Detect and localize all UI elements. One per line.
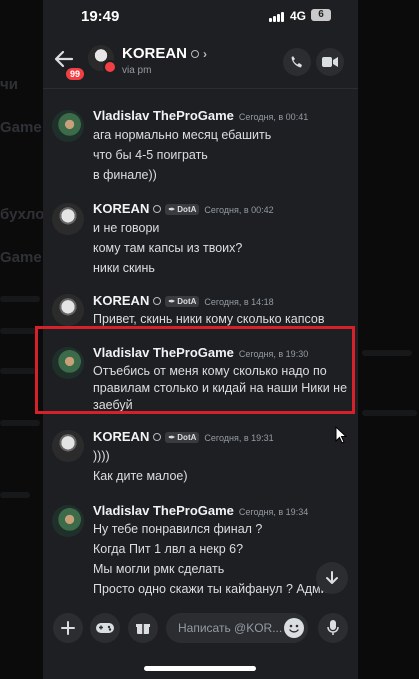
chat-header: 99 KOREAN › via pm bbox=[43, 34, 358, 89]
message-timestamp: Сегодня, в 19:34 bbox=[238, 507, 309, 517]
message-text: ники скинь bbox=[93, 261, 155, 275]
microphone-icon bbox=[327, 620, 339, 635]
role-tag: ✒ DotA bbox=[165, 296, 200, 307]
activities-button[interactable] bbox=[90, 613, 120, 643]
mouse-cursor-icon bbox=[335, 426, 347, 444]
gamepad-icon bbox=[96, 623, 114, 633]
message-text: и не говори bbox=[93, 221, 160, 235]
role-tag: ✒ DotA bbox=[165, 432, 200, 443]
message-text: ага нормально месяц ебашить bbox=[93, 128, 272, 142]
chevron-right-icon: › bbox=[203, 47, 208, 61]
background-text: Game bbox=[0, 119, 42, 136]
message-author[interactable]: KOREAN ✒ DotA Сегодня, в 19:31 bbox=[93, 429, 274, 444]
message-text: в финале)) bbox=[93, 168, 157, 182]
gear-icon bbox=[153, 205, 162, 213]
role-tag: ✒ DotA bbox=[165, 204, 200, 215]
plus-icon bbox=[61, 621, 75, 635]
attach-button[interactable] bbox=[53, 613, 83, 643]
message-text: Привет, скинь ники кому сколько капсов bbox=[93, 312, 325, 326]
arrow-down-icon bbox=[326, 571, 338, 584]
message-text: Ну тебе понравился финал ? bbox=[93, 522, 263, 536]
scroll-to-bottom-button[interactable] bbox=[316, 562, 348, 594]
message-text: Как дите малое) bbox=[93, 469, 188, 483]
message-author[interactable]: Vladislav TheProGame Сегодня, в 00:41 bbox=[93, 108, 308, 123]
message-text: что бы 4-5 поиграть bbox=[93, 148, 208, 162]
gear-icon bbox=[153, 433, 162, 441]
background-text: чи bbox=[0, 76, 18, 93]
background-text: бухло bbox=[0, 206, 45, 223]
gear-icon bbox=[153, 297, 162, 305]
message-author[interactable]: Vladislav TheProGame Сегодня, в 19:34 bbox=[93, 503, 308, 518]
message-timestamp: Сегодня, в 14:18 bbox=[204, 297, 274, 307]
user-name: KOREAN bbox=[122, 45, 188, 62]
message-text: Просто одно скажи ты кайфанул ? Админ bbox=[93, 582, 335, 596]
message-timestamp: Сегодня, в 19:31 bbox=[204, 433, 274, 443]
video-call-button[interactable] bbox=[316, 48, 344, 76]
signal-icon bbox=[269, 12, 286, 22]
voice-call-button[interactable] bbox=[283, 48, 311, 76]
battery-icon: 6 bbox=[311, 9, 331, 21]
message-text: Мы могли рмк сделать bbox=[93, 562, 225, 576]
background-text: Game bbox=[0, 249, 42, 266]
avatar[interactable] bbox=[88, 45, 117, 74]
status-time: 19:49 bbox=[81, 8, 120, 25]
video-call-icon bbox=[322, 57, 338, 67]
emoji-icon[interactable] bbox=[284, 618, 304, 638]
highlight-box bbox=[35, 326, 355, 414]
gift-button[interactable] bbox=[128, 613, 158, 643]
message-input[interactable]: Написать @KOR... bbox=[166, 613, 308, 643]
avatar[interactable] bbox=[52, 430, 84, 462]
avatar[interactable] bbox=[52, 294, 84, 326]
network-type: 4G bbox=[290, 9, 307, 23]
message-author[interactable]: KOREAN ✒ DotA Сегодня, в 00:42 bbox=[93, 201, 274, 216]
message-timestamp: Сегодня, в 00:41 bbox=[238, 112, 309, 122]
phone-call-icon bbox=[291, 56, 302, 68]
status-bar: 19:49 4G 6 bbox=[43, 0, 358, 34]
message-text: )))) bbox=[93, 449, 110, 463]
chat-subtitle: via pm bbox=[122, 65, 152, 76]
message-text: Когда Пит 1 лвл а некр 6? bbox=[93, 542, 244, 556]
avatar[interactable] bbox=[52, 110, 84, 142]
message-input-placeholder: Написать @KOR... bbox=[178, 621, 283, 635]
avatar[interactable] bbox=[52, 505, 84, 537]
voice-message-button[interactable] bbox=[318, 613, 348, 643]
message-author[interactable]: KOREAN ✒ DotA Сегодня, в 14:18 bbox=[93, 293, 274, 308]
home-indicator bbox=[144, 666, 256, 671]
unread-badge: 99 bbox=[64, 66, 87, 82]
gift-icon bbox=[136, 624, 150, 634]
gear-icon bbox=[191, 50, 200, 58]
composer-bar: Написать @KOR... bbox=[43, 606, 358, 679]
chat-title[interactable]: KOREAN › bbox=[122, 45, 207, 62]
message-text: кому там капсы из твоих? bbox=[93, 241, 243, 255]
message-timestamp: Сегодня, в 00:42 bbox=[204, 205, 274, 215]
avatar[interactable] bbox=[52, 203, 84, 235]
